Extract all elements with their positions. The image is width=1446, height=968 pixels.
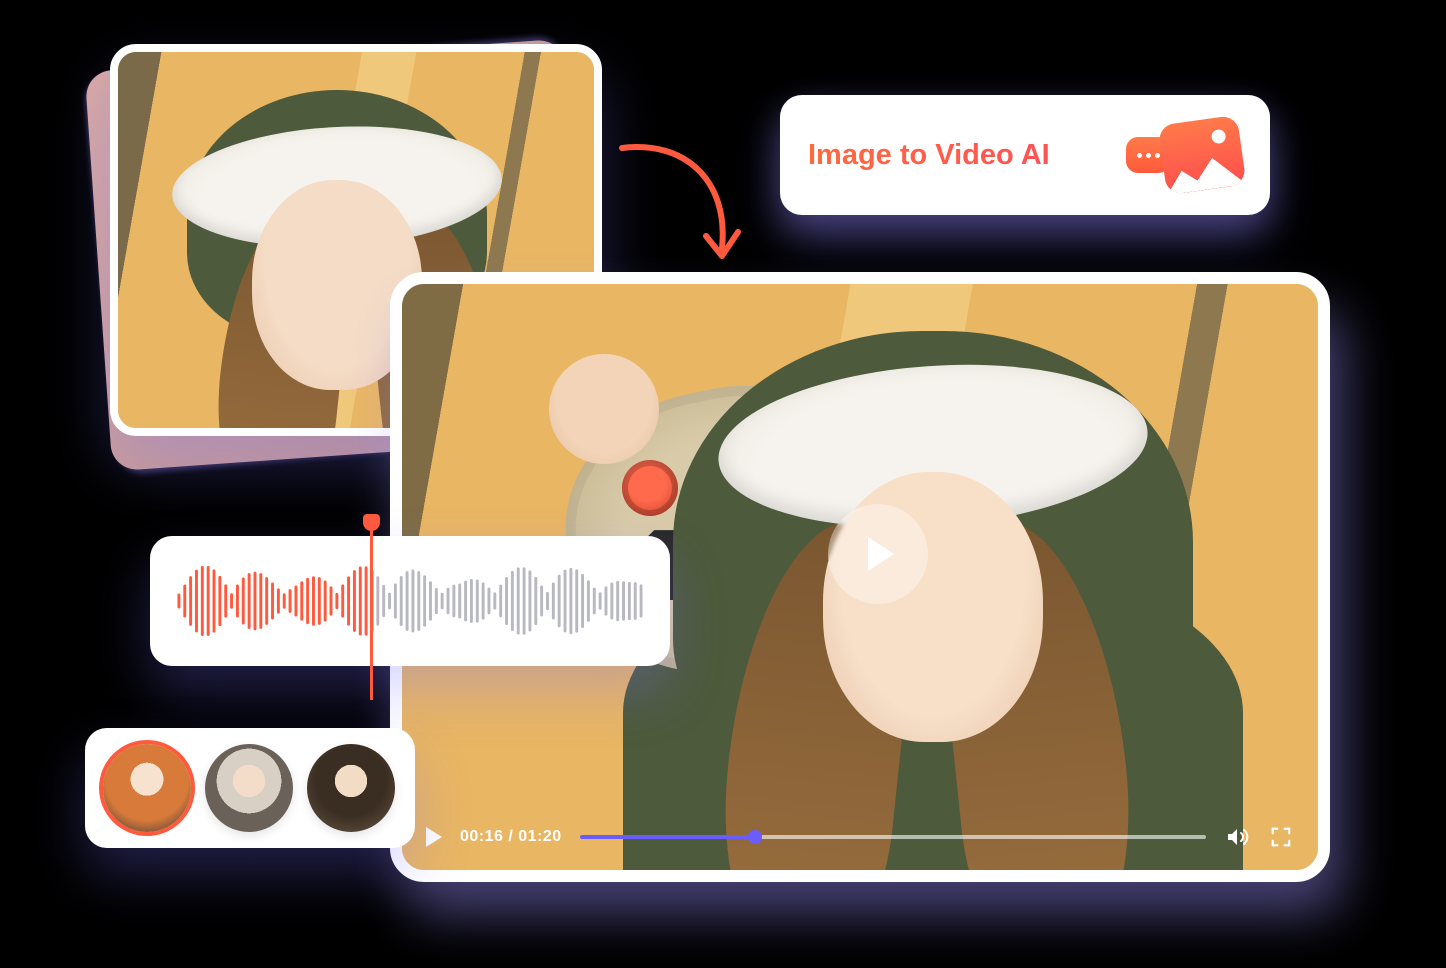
- total-time: 01:20: [518, 828, 561, 845]
- feature-title: Image to Video AI: [808, 139, 1104, 172]
- waveform: [176, 561, 644, 641]
- avatar-option-1[interactable]: [103, 744, 191, 832]
- current-time: 00:16: [460, 828, 503, 845]
- play-button[interactable]: [828, 504, 928, 604]
- avatar-selector: [85, 728, 415, 848]
- time-display: 00:16 / 01:20: [460, 828, 562, 846]
- volume-icon[interactable]: [1224, 824, 1250, 850]
- arrow-icon: [614, 140, 744, 270]
- player-bar: 00:16 / 01:20: [402, 804, 1318, 870]
- fullscreen-icon[interactable]: [1268, 824, 1294, 850]
- waveform-card[interactable]: [150, 536, 670, 666]
- feature-card[interactable]: Image to Video AI: [780, 95, 1270, 215]
- seek-track[interactable]: [580, 835, 1206, 839]
- feature-icons: [1126, 120, 1242, 190]
- photo-icon: [1158, 115, 1247, 195]
- avatar-option-2[interactable]: [205, 744, 293, 832]
- play-icon[interactable]: [426, 827, 442, 847]
- avatar-option-3[interactable]: [307, 744, 395, 832]
